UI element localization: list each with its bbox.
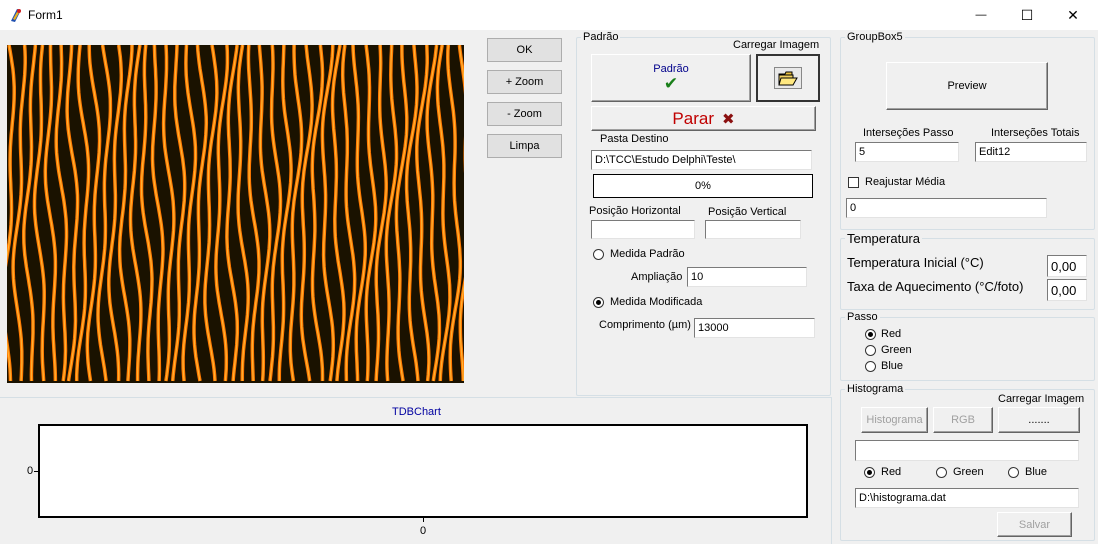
vert-field[interactable] <box>705 220 801 239</box>
preview-button[interactable]: Preview <box>886 62 1048 110</box>
medida-modificada-label: Medida Modificada <box>610 296 703 308</box>
hist-green-label: Green <box>953 466 984 478</box>
taxa-label: Taxa de Aquecimento (°C/foto) <box>847 279 1024 294</box>
stop-x-icon: ✖ <box>722 110 735 128</box>
zoom-in-button[interactable]: + Zoom <box>487 70 562 94</box>
groupbox5-caption: GroupBox5 <box>845 31 905 43</box>
histogram-file-field[interactable]: D:\histograma.dat <box>855 488 1079 508</box>
intersec-passo-field[interactable]: 5 <box>855 142 959 162</box>
padrao-group-caption: Padrão <box>581 31 621 43</box>
comprimento-field[interactable]: 13000 <box>694 318 815 338</box>
maximize-icon: ☐ <box>1020 6 1034 23</box>
rgb-button[interactable]: RGB <box>933 407 993 433</box>
minimize-icon: — <box>975 9 987 21</box>
save-button[interactable]: Salvar <box>997 512 1072 537</box>
y-tick-mark <box>34 471 38 472</box>
passo-green-radio[interactable] <box>865 345 876 356</box>
reajustar-label: Reajustar Média <box>865 176 946 188</box>
hist-red-label: Red <box>881 466 902 478</box>
taxa-field[interactable]: 0,00 <box>1047 279 1087 301</box>
hist-blue-label: Blue <box>1025 466 1048 478</box>
check-icon: ✔ <box>663 74 679 93</box>
stop-button[interactable]: Parar ✖ <box>591 106 816 131</box>
hist-load-image-label: Carregar Imagem <box>998 393 1085 405</box>
passo-blue-label: Blue <box>881 360 904 372</box>
ok-button[interactable]: OK <box>487 38 562 62</box>
load-image-label: Carregar Imagem <box>733 39 820 51</box>
window-title: Form1 <box>28 8 63 22</box>
passo-caption: Passo <box>845 311 880 323</box>
chart-title: TDBChart <box>392 406 441 418</box>
fringe-image <box>7 45 464 383</box>
x-tick-label: 0 <box>420 525 427 537</box>
medida-padrao-radio[interactable] <box>593 249 604 260</box>
load-histogram-button[interactable]: ....... <box>998 407 1080 433</box>
horiz-label: Posição Horizontal <box>589 205 681 217</box>
progress-text: 0% <box>695 180 711 192</box>
stop-button-label: Parar <box>672 108 714 128</box>
ampliacao-label: Ampliação <box>631 271 683 283</box>
open-folder-button[interactable] <box>756 54 820 102</box>
close-icon: ✕ <box>1067 6 1079 23</box>
passo-blue-radio[interactable] <box>865 361 876 372</box>
vert-label: Posição Vertical <box>708 206 787 218</box>
hist-blue-radio[interactable] <box>1008 467 1019 478</box>
reajustar-checkbox[interactable] <box>848 177 859 188</box>
temperatura-caption: Temperatura <box>845 231 922 246</box>
close-button[interactable]: ✕ <box>1050 0 1096 30</box>
histograma-caption: Histograma <box>845 383 906 395</box>
temp-inicial-label: Temperatura Inicial (°C) <box>847 255 984 270</box>
ampliacao-field[interactable]: 10 <box>687 267 807 287</box>
passo-red-label: Red <box>881 328 902 340</box>
folder-label: Pasta Destino <box>600 133 669 145</box>
histograma-button[interactable]: Histograma <box>861 407 928 433</box>
y-tick-label: 0 <box>27 465 34 477</box>
passo-group <box>840 317 1095 381</box>
app-icon <box>11 9 21 22</box>
chart-plot-area <box>38 424 808 518</box>
medida-padrao-label: Medida Padrão <box>610 248 685 260</box>
hist-green-radio[interactable] <box>936 467 947 478</box>
intersec-totais-label: Interseções Totais <box>991 127 1080 139</box>
passo-green-label: Green <box>881 344 912 356</box>
title-bar: Form1 — ☐ ✕ <box>0 0 1098 30</box>
medida-modificada-radio[interactable] <box>593 297 604 308</box>
folder-open-icon <box>778 71 798 85</box>
histograma-field[interactable] <box>855 440 1079 461</box>
folder-icon-frame <box>774 67 802 89</box>
minimize-button[interactable]: — <box>958 0 1004 30</box>
chart-panel: TDBChart 0 0 <box>0 397 832 544</box>
passo-red-radio[interactable] <box>865 329 876 340</box>
temp-inicial-field[interactable]: 0,00 <box>1047 255 1087 277</box>
hist-red-radio[interactable] <box>864 467 875 478</box>
padrao-button[interactable]: Padrão ✔ <box>591 54 751 102</box>
horiz-field[interactable] <box>591 220 695 239</box>
zoom-out-button[interactable]: - Zoom <box>487 102 562 126</box>
maximize-button[interactable]: ☐ <box>1004 0 1050 30</box>
clear-button[interactable]: Limpa <box>487 134 562 158</box>
progress-bar: 0% <box>593 174 813 198</box>
intersec-passo-label: Interseções Passo <box>863 127 954 139</box>
folder-field[interactable]: D:\TCC\Estudo Delphi\Teste\ <box>591 150 812 170</box>
intersec-totais-field[interactable]: Edit12 <box>975 142 1087 162</box>
reajustar-field[interactable]: 0 <box>846 198 1047 218</box>
comprimento-label: Comprimento (µm) <box>599 319 691 331</box>
x-tick-mark <box>423 518 424 522</box>
